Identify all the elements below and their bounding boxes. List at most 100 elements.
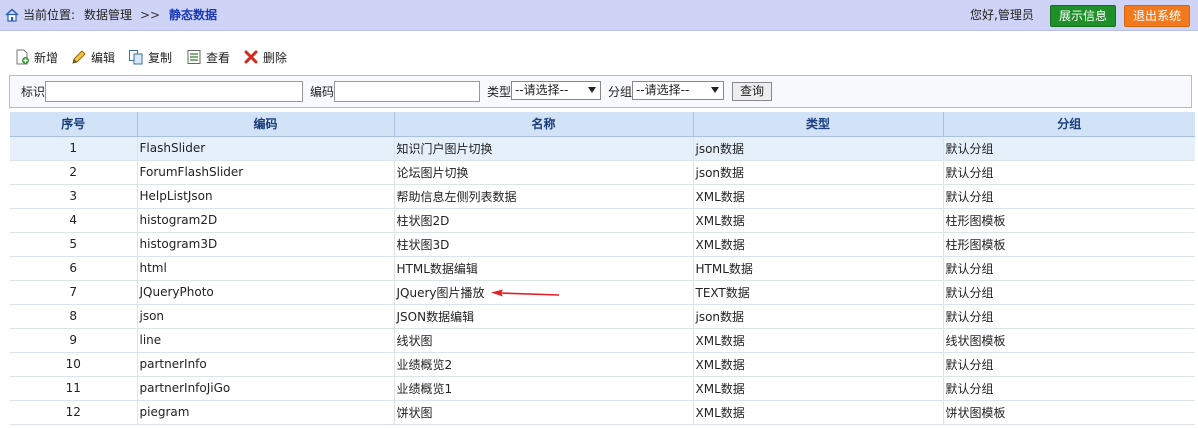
top-bar: 当前位置: 数据管理 >> 静态数据 您好,管理员 展示信息 退出系统 xyxy=(0,0,1198,31)
column-header-code[interactable]: 编码 xyxy=(137,112,395,137)
type-cell-text: XML数据 xyxy=(695,237,745,252)
type-cell-text: json数据 xyxy=(695,165,745,180)
table-row[interactable]: 3 HelpListJson 帮助信息左侧列表数据 XML数据 默认分组 xyxy=(10,184,1195,209)
group-cell: 饼状图模板 xyxy=(943,400,1195,425)
table-row[interactable]: 4 histogram2D 柱状图2D XML数据 柱形图模板 xyxy=(10,208,1195,233)
group-cell: 默认分组 xyxy=(943,184,1195,209)
pencil-icon xyxy=(72,50,86,64)
code-cell: json xyxy=(137,304,395,329)
type-cell-text: TEXT数据 xyxy=(695,285,750,300)
type-select[interactable]: --请选择-- xyxy=(511,81,601,100)
copy-button[interactable]: 复制 xyxy=(128,48,172,66)
table-row[interactable]: 6 html HTML数据编辑 HTML数据 默认分组 xyxy=(10,256,1195,281)
name-cell-text: 论坛图片切换 xyxy=(396,165,469,180)
type-label: 类型 xyxy=(487,85,512,99)
group-cell: 线状图模板 xyxy=(943,328,1195,353)
table-row[interactable]: 1 FlashSlider 知识门户图片切换 json数据 默认分组 xyxy=(10,136,1195,161)
code-cell: JQueryPhoto xyxy=(137,280,395,305)
view-button[interactable]: 查看 xyxy=(186,48,230,66)
name-cell: JSON数据编辑 xyxy=(394,304,694,329)
code-cell: piegram xyxy=(137,400,395,425)
delete-button[interactable]: 删除 xyxy=(243,48,287,66)
table-row[interactable]: 5 histogram3D 柱状图3D XML数据 柱形图模板 xyxy=(10,232,1195,257)
code-cell-text: histogram2D xyxy=(139,213,218,227)
type-cell: json数据 xyxy=(693,160,944,185)
name-cell-text: 柱状图3D xyxy=(396,237,450,252)
edit-label: 编辑 xyxy=(91,50,116,65)
filter-bar: 标识 编码 类型 --请选择-- 分组 --请选择-- 查询 xyxy=(9,75,1192,108)
name-cell: JQuery图片播放 xyxy=(394,280,694,305)
name-cell-text: JSON数据编辑 xyxy=(396,309,475,324)
row-index-cell-text: 8 xyxy=(69,309,78,323)
code-cell-text: HelpListJson xyxy=(139,189,213,203)
logout-button[interactable]: 退出系统 xyxy=(1124,5,1190,27)
row-index-cell: 4 xyxy=(10,208,138,233)
code-cell-text: FlashSlider xyxy=(139,141,206,155)
row-index-cell-text: 9 xyxy=(69,333,78,347)
row-index-cell-text: 12 xyxy=(65,405,81,419)
type-cell-text: HTML数据 xyxy=(695,261,753,276)
code-cell: partnerInfo xyxy=(137,352,395,377)
type-cell-text: XML数据 xyxy=(695,357,745,372)
table-row[interactable]: 7 JQueryPhoto JQuery图片播放 TEXT数据 默认分组 xyxy=(10,280,1195,305)
copy-icon xyxy=(129,50,143,65)
table-row[interactable]: 12 piegram 饼状图 XML数据 饼状图模板 xyxy=(10,400,1195,425)
name-cell: 饼状图 xyxy=(394,400,694,425)
type-cell: XML数据 xyxy=(693,352,944,377)
type-cell: TEXT数据 xyxy=(693,280,944,305)
row-index-cell-text: 3 xyxy=(69,189,78,203)
column-header-index[interactable]: 序号 xyxy=(10,112,138,137)
table-row[interactable]: 10 partnerInfo 业绩概览2 XML数据 默认分组 xyxy=(10,352,1195,377)
dropdown-arrow-icon xyxy=(588,87,596,93)
group-cell: 默认分组 xyxy=(943,136,1195,161)
table-row[interactable]: 9 line 线状图 XML数据 线状图模板 xyxy=(10,328,1195,353)
name-cell-text: 业绩概览1 xyxy=(396,381,453,396)
show-info-button[interactable]: 展示信息 xyxy=(1050,5,1116,27)
type-cell: XML数据 xyxy=(693,376,944,401)
code-cell: line xyxy=(137,328,395,353)
type-cell: json数据 xyxy=(693,304,944,329)
type-cell: XML数据 xyxy=(693,184,944,209)
group-label: 分组 xyxy=(608,85,633,99)
code-cell-text: JQueryPhoto xyxy=(139,285,214,299)
table-row[interactable]: 11 partnerInfoJiGo 业绩概览1 XML数据 默认分组 xyxy=(10,376,1195,401)
code-cell-text: partnerInfo xyxy=(139,357,207,371)
add-label: 新增 xyxy=(34,50,59,65)
home-icon[interactable] xyxy=(5,8,19,22)
row-index-cell-text: 10 xyxy=(65,357,81,371)
edit-button[interactable]: 编辑 xyxy=(71,48,115,66)
id-input[interactable] xyxy=(45,81,303,102)
code-cell-text: ForumFlashSlider xyxy=(139,165,244,179)
column-header-type[interactable]: 类型 xyxy=(693,112,944,137)
name-cell-text: JQuery图片播放 xyxy=(396,285,485,300)
add-button[interactable]: 新增 xyxy=(14,48,58,66)
table-row[interactable]: 2 ForumFlashSlider 论坛图片切换 json数据 默认分组 xyxy=(10,160,1195,185)
group-select[interactable]: --请选择-- xyxy=(632,81,724,100)
code-cell: ForumFlashSlider xyxy=(137,160,395,185)
name-cell-text: 帮助信息左侧列表数据 xyxy=(396,189,517,204)
code-cell: histogram3D xyxy=(137,232,395,257)
group-cell: 柱形图模板 xyxy=(943,232,1195,257)
location-label: 当前位置: xyxy=(23,8,76,22)
breadcrumb-separator: >> xyxy=(140,8,161,22)
code-input[interactable] xyxy=(334,81,480,102)
row-index-cell-text: 6 xyxy=(69,261,78,275)
group-cell: 默认分组 xyxy=(943,280,1195,305)
name-cell: 帮助信息左侧列表数据 xyxy=(394,184,694,209)
code-label: 编码 xyxy=(310,85,335,99)
column-header-group[interactable]: 分组 xyxy=(943,112,1195,137)
column-header-name[interactable]: 名称 xyxy=(394,112,694,137)
row-index-cell-text: 11 xyxy=(65,381,81,395)
table-row[interactable]: 8 json JSON数据编辑 json数据 默认分组 xyxy=(10,304,1195,329)
annotation-arrow-icon xyxy=(490,289,559,297)
row-index-cell: 12 xyxy=(10,400,138,425)
type-cell-text: XML数据 xyxy=(695,381,745,396)
group-cell: 默认分组 xyxy=(943,352,1195,377)
group-cell: 默认分组 xyxy=(943,256,1195,281)
group-cell-text: 柱形图模板 xyxy=(945,237,1006,252)
code-cell: partnerInfoJiGo xyxy=(137,376,395,401)
name-cell-text: HTML数据编辑 xyxy=(396,261,478,276)
query-button[interactable]: 查询 xyxy=(732,82,772,101)
group-cell-text: 默认分组 xyxy=(945,261,994,276)
breadcrumb-category[interactable]: 数据管理 xyxy=(84,8,132,23)
